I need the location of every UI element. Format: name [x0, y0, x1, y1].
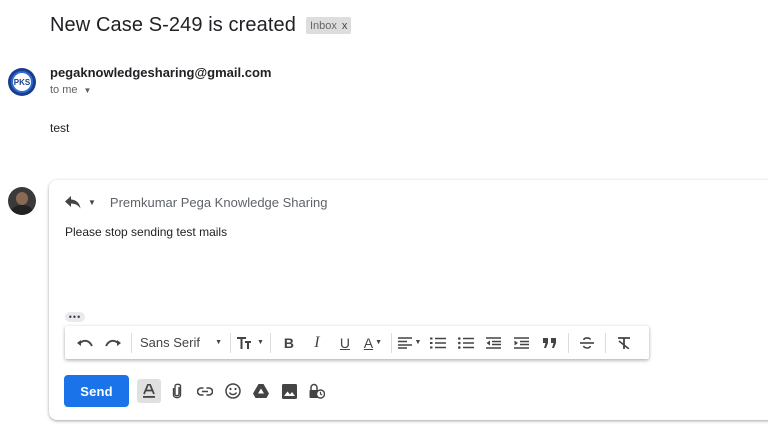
italic-button[interactable]: I: [305, 331, 329, 355]
toolbar-divider: [230, 332, 231, 353]
toolbar-divider: [269, 332, 271, 353]
text-color-button[interactable]: A ▼: [361, 331, 385, 355]
toolbar-divider: [131, 332, 132, 353]
bulleted-list-icon[interactable]: [454, 331, 478, 355]
photo-icon[interactable]: [277, 379, 301, 403]
attach-icon[interactable]: [165, 379, 189, 403]
sender-avatar[interactable]: PKS: [8, 68, 36, 96]
toolbar-divider: [604, 332, 606, 353]
formatting-toolbar: Sans Serif ▼ ▼ B I U A ▼ ▼: [65, 326, 649, 359]
reply-recipients[interactable]: Premkumar Pega Knowledge Sharing: [110, 195, 328, 210]
chevron-down-icon[interactable]: ▼: [84, 86, 92, 95]
font-family-select[interactable]: Sans Serif ▼: [136, 335, 226, 350]
send-button[interactable]: Send: [64, 375, 129, 407]
remove-label-icon[interactable]: x: [342, 20, 348, 32]
avatar-face: [16, 192, 28, 205]
avatar-body: [11, 205, 33, 215]
toolbar-divider: [567, 332, 569, 353]
numbered-list-icon[interactable]: [426, 331, 450, 355]
align-icon[interactable]: ▼: [398, 331, 422, 355]
to-me-label: to me: [50, 84, 78, 96]
toolbar-divider: [390, 332, 392, 353]
email-subject: New Case S-249 is created: [50, 14, 296, 36]
my-avatar[interactable]: [8, 187, 36, 215]
recipient-details[interactable]: to me ▼: [50, 84, 91, 96]
message-body: test: [50, 121, 70, 135]
subject-row: New Case S-249 is created Inbox x: [50, 14, 352, 37]
inbox-label-text: Inbox: [309, 19, 337, 32]
reply-body[interactable]: Please stop sending test mails: [65, 225, 227, 239]
sender-email[interactable]: pegaknowledgesharing@gmail.com: [50, 65, 271, 80]
indent-less-icon[interactable]: [482, 331, 506, 355]
text-size-icon[interactable]: ▼: [237, 331, 264, 355]
undo-icon[interactable]: [73, 331, 97, 355]
text-color-letter: A: [363, 334, 374, 351]
emoji-icon[interactable]: [221, 379, 245, 403]
show-trimmed-content-button[interactable]: •••: [65, 312, 85, 322]
redo-icon[interactable]: [101, 331, 125, 355]
avatar-logo-text: PKS: [11, 71, 33, 93]
link-icon[interactable]: [193, 379, 217, 403]
reply-compose-box: ▼ Premkumar Pega Knowledge Sharing Pleas…: [49, 180, 768, 420]
bold-button[interactable]: B: [277, 331, 301, 355]
inbox-label[interactable]: Inbox x: [305, 17, 352, 34]
drive-icon[interactable]: [249, 379, 273, 403]
reply-icon[interactable]: [64, 194, 82, 210]
reply-type-chevron-icon[interactable]: ▼: [88, 198, 96, 207]
underline-button[interactable]: U: [333, 331, 357, 355]
remove-formatting-icon[interactable]: [612, 331, 636, 355]
quote-icon[interactable]: [538, 331, 562, 355]
font-family-value: Sans Serif: [140, 335, 200, 350]
indent-more-icon[interactable]: [510, 331, 534, 355]
reply-header: ▼ Premkumar Pega Knowledge Sharing: [64, 194, 327, 210]
confidential-mode-icon[interactable]: [305, 379, 329, 403]
strikethrough-icon[interactable]: [575, 331, 599, 355]
chevron-down-icon: ▼: [215, 339, 222, 346]
compose-actions: Send: [64, 375, 329, 407]
formatting-options-icon[interactable]: [137, 379, 161, 403]
